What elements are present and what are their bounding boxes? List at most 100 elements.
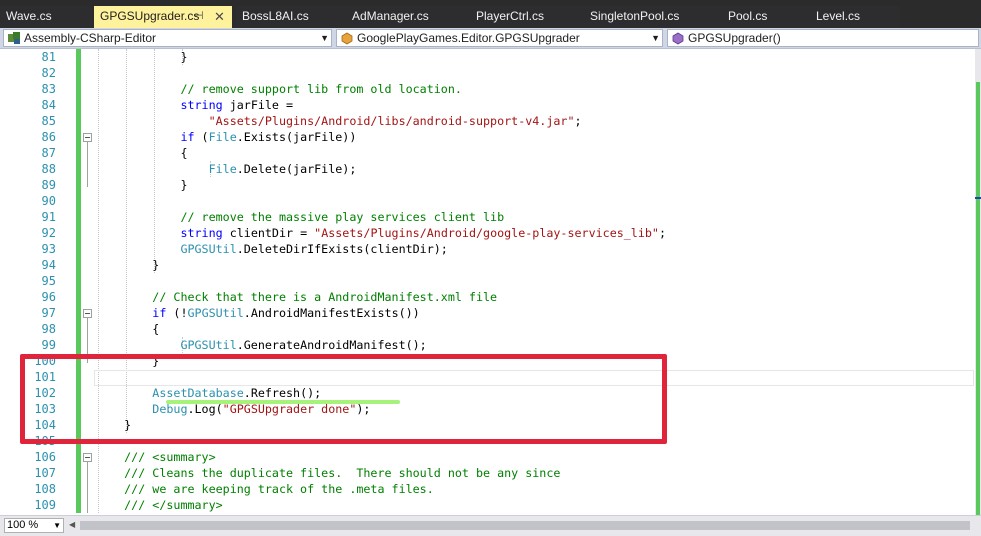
horizontal-scrollbar-thumb[interactable] bbox=[80, 521, 970, 530]
code-token: GPGSUtil bbox=[96, 242, 237, 256]
line-number: 92 bbox=[41, 226, 56, 240]
code-line[interactable]: // remove the massive play services clie… bbox=[96, 209, 504, 225]
tab-bossl8ai[interactable]: BossL8AI.cs bbox=[236, 6, 348, 28]
project-dropdown[interactable]: Assembly-CSharp-Editor ▼ bbox=[3, 29, 332, 47]
code-line[interactable]: { bbox=[96, 145, 187, 161]
tab-playerctrl[interactable]: PlayerCtrl.cs bbox=[470, 6, 586, 28]
code-line[interactable]: } bbox=[96, 177, 187, 193]
method-icon bbox=[672, 32, 684, 45]
project-name: Assembly-CSharp-Editor bbox=[24, 31, 157, 45]
tab-singletonpool[interactable]: SingletonPool.cs bbox=[584, 6, 724, 28]
code-line[interactable]: } bbox=[96, 257, 159, 273]
tab-level[interactable]: Level.cs bbox=[810, 6, 900, 28]
outline-line bbox=[87, 462, 88, 513]
collapse-icon[interactable] bbox=[83, 309, 92, 318]
code-token: clientDir = bbox=[222, 226, 315, 240]
tab-label: GPGSUpgrader.cs bbox=[100, 9, 200, 23]
line-number: 88 bbox=[41, 162, 56, 176]
code-line[interactable]: GPGSUtil.DeleteDirIfExists(clientDir); bbox=[96, 241, 448, 257]
line-number: 109 bbox=[34, 498, 56, 512]
outline-line bbox=[87, 142, 88, 187]
scrollbar-change-marker bbox=[976, 82, 980, 515]
code-token: File bbox=[208, 130, 237, 144]
code-line[interactable]: File.Delete(jarFile); bbox=[96, 161, 357, 177]
code-token: { bbox=[96, 146, 188, 160]
tab-label: BossL8AI.cs bbox=[242, 9, 309, 23]
code-token: .AndroidManifestExists()) bbox=[243, 306, 420, 320]
collapse-icon[interactable] bbox=[83, 133, 92, 142]
type-name: GooglePlayGames.Editor.GPGSUpgrader bbox=[357, 31, 580, 45]
line-number: 87 bbox=[41, 146, 56, 160]
close-icon[interactable]: ✕ bbox=[214, 6, 225, 27]
code-token: .Exists(jarFile)) bbox=[236, 130, 357, 144]
code-token: { bbox=[96, 322, 160, 336]
editor-bottom-bar: 100 % ▼ ◀ bbox=[0, 515, 981, 536]
line-number: 85 bbox=[41, 114, 56, 128]
zoom-dropdown[interactable]: 100 % ▼ bbox=[4, 518, 64, 533]
pin-icon[interactable]: ⊣ bbox=[194, 6, 204, 27]
code-token: GPGSUtil bbox=[187, 306, 244, 320]
code-token: (! bbox=[166, 306, 188, 320]
annotation-highlight-box bbox=[20, 354, 667, 444]
code-line[interactable]: } bbox=[96, 49, 187, 65]
vertical-scrollbar[interactable] bbox=[975, 49, 981, 515]
code-token: .DeleteDirIfExists(clientDir); bbox=[236, 242, 448, 256]
tab-gpgsupgrader[interactable]: GPGSUpgrader.cs ⊣ ✕ bbox=[94, 6, 232, 28]
line-number: 107 bbox=[34, 466, 56, 480]
code-token: // remove support lib from old location. bbox=[96, 82, 462, 96]
code-line[interactable]: // remove support lib from old location. bbox=[96, 81, 462, 97]
code-token: .Delete(jarFile); bbox=[236, 162, 357, 176]
project-icon bbox=[8, 32, 20, 44]
member-dropdown[interactable]: GPGSUpgrader() bbox=[667, 29, 979, 47]
code-line[interactable]: /// <summary> bbox=[96, 449, 216, 465]
line-number: 90 bbox=[41, 194, 56, 208]
code-line[interactable]: /// we are keeping track of the .meta fi… bbox=[96, 481, 434, 497]
class-icon bbox=[341, 32, 353, 45]
code-token: GPGSUtil bbox=[96, 338, 237, 352]
line-number: 84 bbox=[41, 98, 56, 112]
code-token: .GenerateAndroidManifest(); bbox=[236, 338, 427, 352]
code-line[interactable]: /// </summary> bbox=[96, 497, 223, 513]
code-line[interactable]: if (!GPGSUtil.AndroidManifestExists()) bbox=[96, 305, 420, 321]
tab-wave[interactable]: Wave.cs bbox=[0, 6, 92, 28]
tab-label: SingletonPool.cs bbox=[590, 9, 680, 23]
code-token: string bbox=[96, 98, 223, 112]
code-token: if bbox=[96, 306, 167, 320]
code-token: if bbox=[96, 130, 195, 144]
line-number: 97 bbox=[41, 306, 56, 320]
code-line[interactable]: /// Cleans the duplicate files. There sh… bbox=[96, 465, 560, 481]
zoom-value: 100 % bbox=[7, 519, 39, 531]
chevron-down-icon[interactable]: ▼ bbox=[320, 30, 329, 46]
chevron-down-icon[interactable]: ▼ bbox=[651, 30, 660, 46]
code-token: "Assets/Plugins/Android/libs/android-sup… bbox=[96, 114, 575, 128]
line-number: 81 bbox=[41, 50, 56, 64]
code-line[interactable]: // Check that there is a AndroidManifest… bbox=[96, 289, 497, 305]
code-line[interactable]: { bbox=[96, 321, 159, 337]
line-number: 108 bbox=[34, 482, 56, 496]
code-token: } bbox=[96, 50, 188, 64]
line-number: 98 bbox=[41, 322, 56, 336]
code-line[interactable]: string clientDir = "Assets/Plugins/Andro… bbox=[96, 225, 666, 241]
code-line[interactable]: string jarFile = bbox=[96, 97, 293, 113]
tab-admanager[interactable]: AdManager.cs bbox=[346, 6, 470, 28]
code-line[interactable]: "Assets/Plugins/Android/libs/android-sup… bbox=[96, 113, 582, 129]
chevron-down-icon[interactable]: ▼ bbox=[53, 519, 61, 532]
tab-label: PlayerCtrl.cs bbox=[476, 9, 545, 23]
scrollbar-caret-marker bbox=[975, 197, 981, 199]
code-line[interactable]: if (File.Exists(jarFile)) bbox=[96, 129, 356, 145]
annotation-underline bbox=[166, 400, 400, 404]
code-token: ( bbox=[194, 130, 209, 144]
code-line[interactable]: GPGSUtil.GenerateAndroidManifest(); bbox=[96, 337, 427, 353]
code-token: /// <summary> bbox=[96, 450, 216, 464]
line-number: 82 bbox=[41, 66, 56, 80]
scroll-left-icon[interactable]: ◀ bbox=[69, 520, 75, 529]
line-number: 91 bbox=[41, 210, 56, 224]
member-name: GPGSUpgrader() bbox=[688, 31, 781, 45]
type-dropdown[interactable]: GooglePlayGames.Editor.GPGSUpgrader ▼ bbox=[336, 29, 663, 47]
code-token: // remove the massive play services clie… bbox=[96, 210, 505, 224]
line-number: 93 bbox=[41, 242, 56, 256]
line-number: 89 bbox=[41, 178, 56, 192]
line-number: 86 bbox=[41, 130, 56, 144]
collapse-icon[interactable] bbox=[83, 453, 92, 462]
tab-pool[interactable]: Pool.cs bbox=[722, 6, 810, 28]
